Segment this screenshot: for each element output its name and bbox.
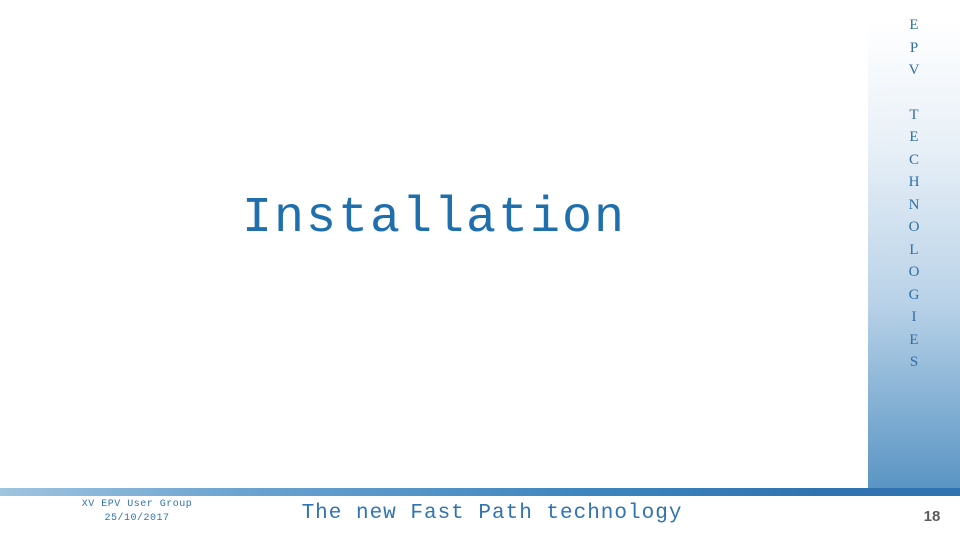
vertical-letter: P	[909, 39, 919, 56]
vertical-banner-group-technologies: T E C H N O L O G I E S	[909, 104, 920, 374]
vertical-letter: G	[908, 286, 920, 303]
vertical-letter: H	[908, 174, 920, 190]
vertical-letter: L	[909, 241, 919, 258]
vertical-banner-text: E P V T E C H N O L O G I E S	[868, 0, 960, 488]
page-number: 18	[923, 508, 941, 525]
footer-divider-bar	[0, 488, 960, 496]
vertical-letter: I	[911, 309, 917, 325]
vertical-letter: C	[908, 151, 919, 168]
vertical-letter: O	[908, 264, 920, 280]
vertical-letter: O	[908, 219, 920, 235]
vertical-letter: E	[909, 331, 919, 348]
slide-title: Installation	[241, 190, 627, 247]
footer-date: 25/10/2017	[104, 513, 170, 524]
footer-event-name: XV EPV User Group	[81, 499, 193, 510]
footer-left-block: XV EPV User Group 25/10/2017	[42, 498, 232, 526]
vertical-letter: E	[909, 17, 919, 33]
vertical-letter: E	[909, 129, 919, 145]
vertical-letter: V	[908, 62, 920, 78]
vertical-banner-group-epv: E P V	[909, 14, 920, 82]
vertical-letter: N	[908, 196, 920, 213]
vertical-letter: S	[909, 354, 919, 370]
vertical-letter: T	[909, 106, 919, 123]
slide-canvas: E P V T E C H N O L O G I E S Installati…	[0, 0, 960, 540]
footer-subtitle: The new Fast Path technology	[301, 502, 683, 525]
